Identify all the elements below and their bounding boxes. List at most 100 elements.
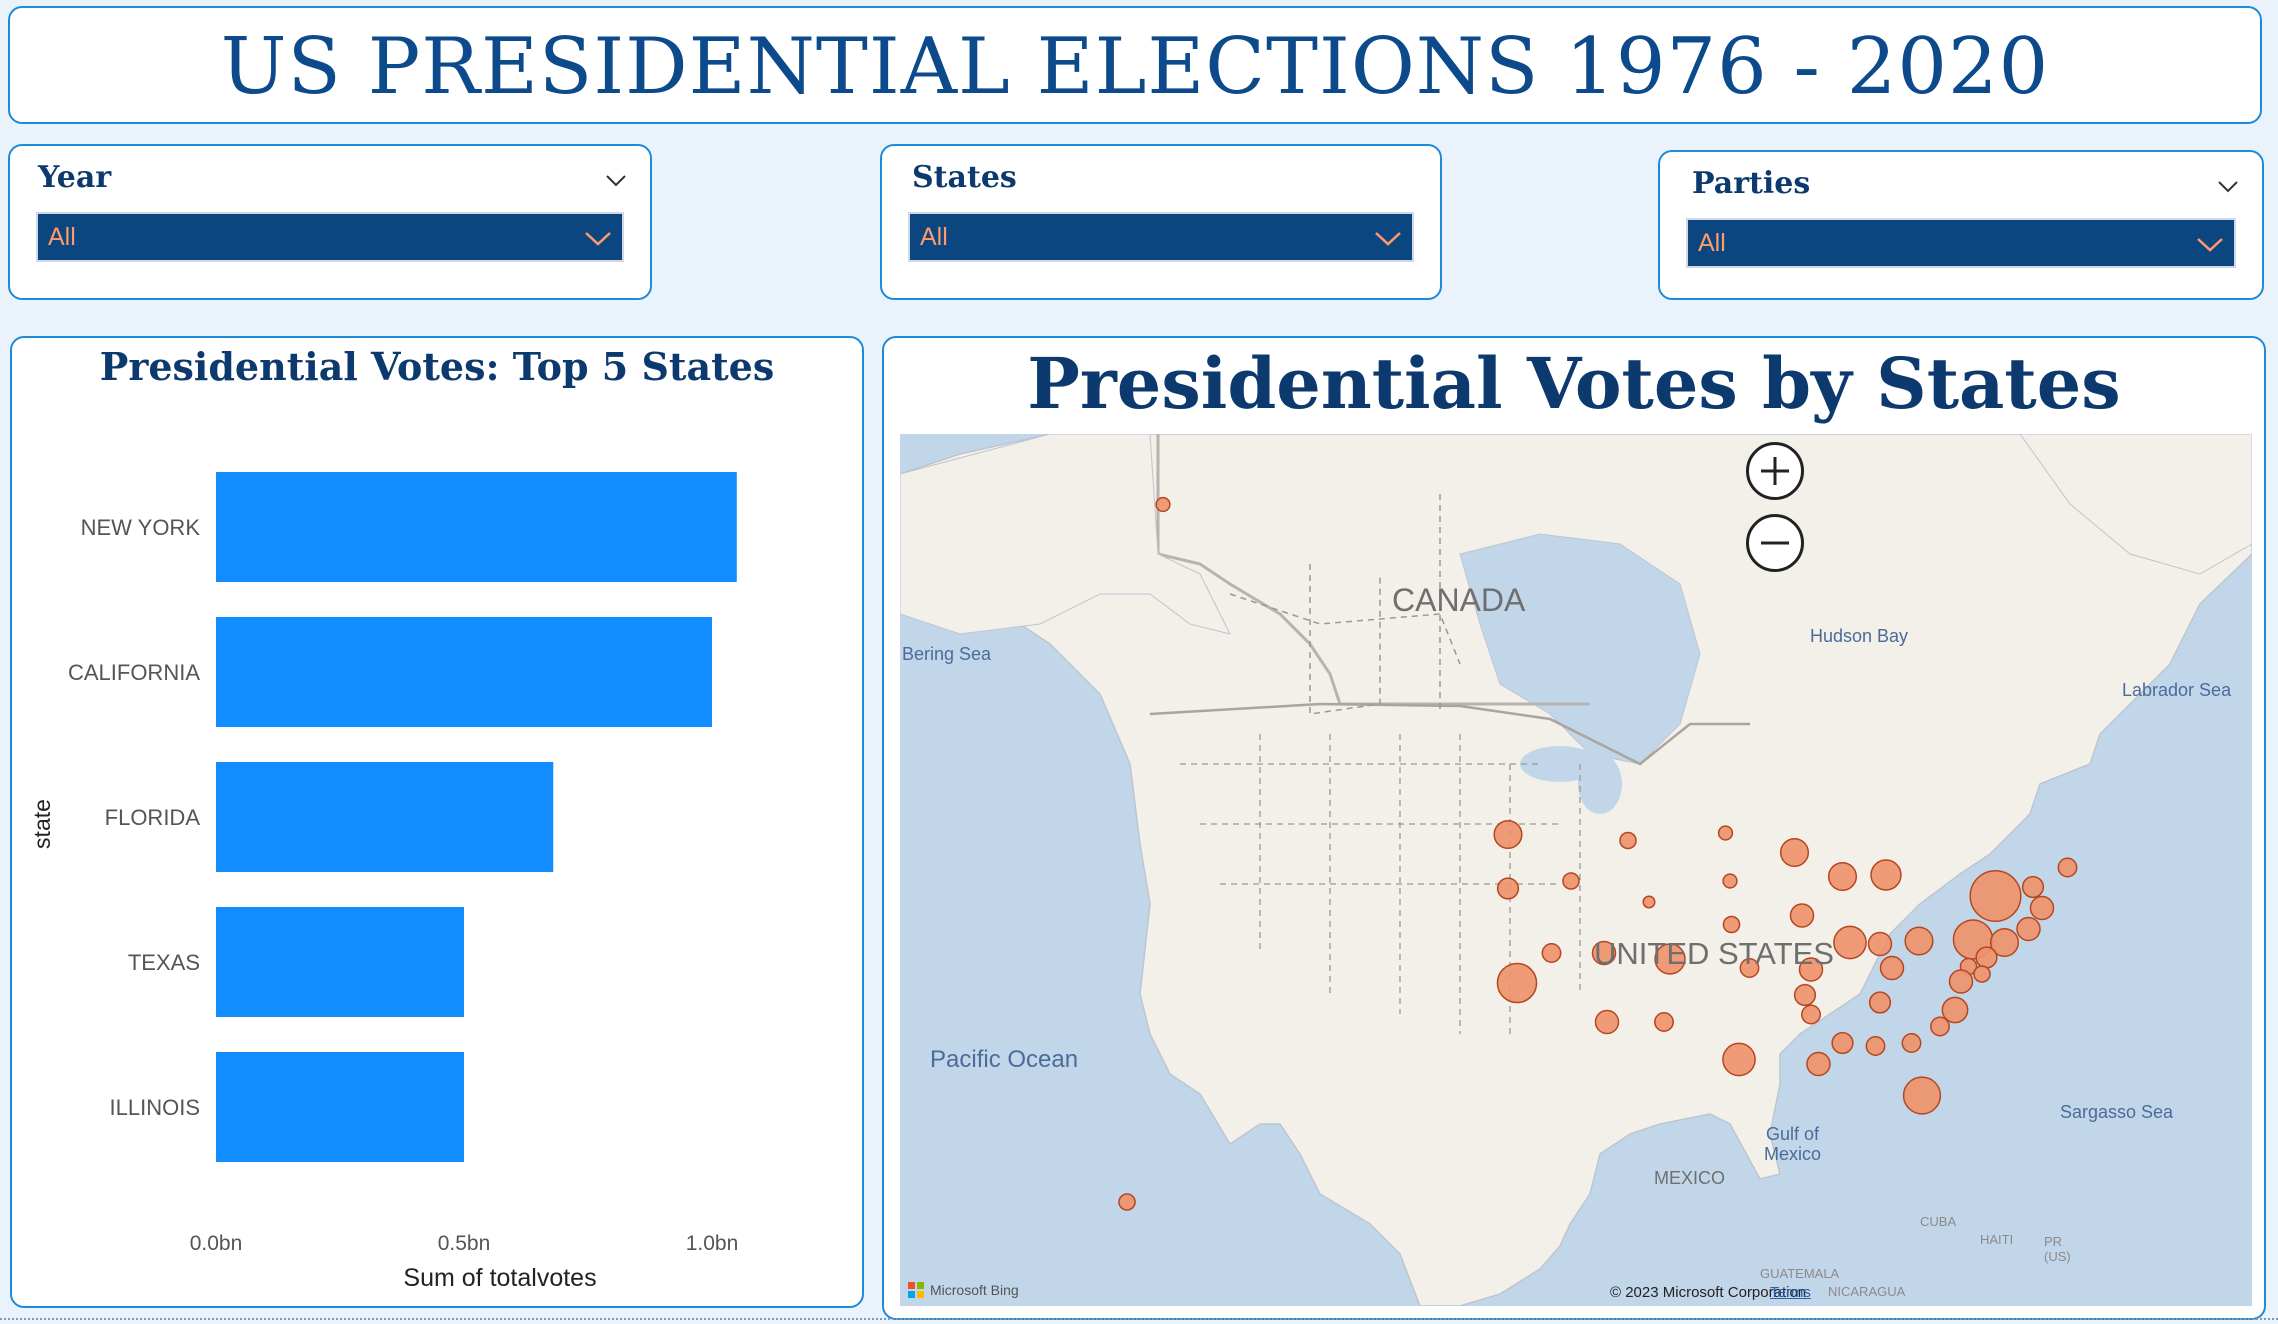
state-vote-bubble[interactable] — [1722, 915, 1741, 934]
page-title: US PRESIDENTIAL ELECTIONS 1976 - 2020 — [220, 22, 2050, 112]
states-dropdown-value: All — [920, 223, 948, 251]
label-labrador-sea: Labrador Sea — [2122, 680, 2232, 700]
state-vote-bubble[interactable] — [1779, 837, 1810, 868]
bar-california[interactable] — [216, 617, 712, 727]
state-vote-bubble[interactable] — [1865, 1036, 1886, 1056]
state-vote-bubble[interactable] — [1901, 1033, 1922, 1053]
state-vote-bubble[interactable] — [2029, 895, 2055, 921]
parties-dropdown[interactable]: All — [1686, 218, 2236, 268]
state-vote-bubble[interactable] — [1717, 825, 1734, 841]
bar-texas[interactable] — [216, 907, 464, 1017]
state-vote-bubble[interactable] — [1496, 877, 1520, 900]
zoom-in-button[interactable] — [1746, 442, 1804, 500]
label-pr: PR (US) — [2044, 1234, 2071, 1264]
microsoft-logo-icon — [908, 1282, 924, 1298]
state-vote-bubble[interactable] — [1496, 962, 1538, 1004]
state-vote-bubble[interactable] — [1867, 931, 1893, 957]
chevron-down-icon — [2197, 238, 2223, 252]
state-vote-bubble[interactable] — [1118, 1193, 1136, 1211]
bar-illinois[interactable] — [216, 1052, 464, 1162]
state-vote-bubble[interactable] — [1789, 903, 1815, 928]
minus-icon — [1761, 541, 1789, 545]
parties-slicer-label: Parties — [1692, 166, 1811, 201]
state-vote-bubble[interactable] — [1541, 943, 1562, 963]
bottom-divider — [0, 1318, 2278, 1320]
state-vote-bubble[interactable] — [1948, 969, 1974, 994]
state-vote-bubble[interactable] — [1793, 983, 1817, 1007]
state-vote-bubble[interactable] — [1879, 955, 1905, 981]
label-sargasso-sea: Sargasso Sea — [2060, 1102, 2174, 1122]
state-vote-bubble[interactable] — [1831, 1031, 1854, 1055]
bar-new-york[interactable] — [216, 472, 737, 582]
map-title: Presidential Votes by States — [1027, 342, 2121, 425]
states-slicer: States All — [880, 144, 1442, 300]
state-vote-bubble[interactable] — [1969, 869, 2022, 923]
map-view[interactable]: CANADA UNITED STATES MEXICO Bering Sea H… — [900, 434, 2252, 1306]
label-cuba: CUBA — [1920, 1214, 1957, 1229]
state-vote-bubble[interactable] — [1902, 1076, 1942, 1115]
state-vote-bubble[interactable] — [1833, 925, 1867, 960]
terms-link[interactable]: Terms — [1770, 1284, 1811, 1301]
bubble-layer — [1118, 496, 2078, 1211]
top-states-chart-panel: Presidential Votes: Top 5 States NEW YOR… — [10, 336, 864, 1308]
bar-florida[interactable] — [216, 762, 554, 872]
category-label: TEXAS — [128, 950, 200, 975]
chevron-down-icon[interactable] — [2216, 174, 2240, 198]
x-tick-label: 1.0bn — [686, 1232, 739, 1255]
state-vote-bubble[interactable] — [1722, 873, 1738, 889]
chevron-down-icon — [585, 232, 611, 246]
state-vote-bubble[interactable] — [1930, 1016, 1950, 1037]
states-slicer-label: States — [912, 160, 1017, 195]
category-label: FLORIDA — [105, 805, 201, 830]
state-vote-bubble[interactable] — [1654, 1012, 1674, 1032]
x-axis-label: Sum of totalvotes — [403, 1264, 596, 1292]
state-vote-bubble[interactable] — [1722, 1042, 1756, 1077]
state-vote-bubble[interactable] — [1594, 1009, 1620, 1035]
year-dropdown[interactable]: All — [36, 212, 624, 262]
label-mexico: MEXICO — [1654, 1168, 1726, 1188]
parties-dropdown-value: All — [1698, 229, 1726, 257]
state-vote-bubble[interactable] — [1904, 926, 1934, 956]
label-hudson-bay: Hudson Bay — [1810, 626, 1909, 646]
state-vote-bubble[interactable] — [1493, 819, 1523, 850]
label-nicaragua: NICARAGUA — [1828, 1284, 1906, 1299]
state-vote-bubble[interactable] — [1973, 965, 1991, 983]
state-vote-bubble[interactable] — [1562, 872, 1580, 890]
state-vote-bubble[interactable] — [2016, 916, 2041, 942]
label-pacific-ocean: Pacific Ocean — [930, 1046, 1079, 1073]
bar-chart: NEW YORK CALIFORNIA FLORIDA TEXAS ILLINOIS 0.… — [29, 472, 739, 1292]
state-vote-bubble[interactable] — [1155, 496, 1171, 513]
label-guatemala: GUATEMALA — [1760, 1266, 1840, 1281]
label-canada: CANADA — [1392, 582, 1526, 618]
state-vote-bubble[interactable] — [1806, 1051, 1831, 1077]
label-bering-sea: Bering Sea — [902, 644, 992, 664]
plus-icon — [1761, 457, 1789, 485]
title-banner: US PRESIDENTIAL ELECTIONS 1976 - 2020 — [8, 6, 2262, 124]
x-tick-label: 0.0bn — [190, 1232, 243, 1255]
state-vote-bubble[interactable] — [1975, 946, 1998, 969]
chevron-down-icon[interactable] — [604, 168, 628, 192]
state-vote-bubble[interactable] — [1870, 859, 1902, 891]
category-label: CALIFORNIA — [68, 660, 200, 685]
bing-logo: Microsoft Bing — [908, 1282, 1019, 1298]
state-vote-bubble[interactable] — [1801, 1004, 1821, 1025]
state-vote-bubble[interactable] — [1868, 991, 1892, 1014]
category-label: NEW YORK — [81, 515, 201, 540]
label-haiti: HAITI — [1980, 1232, 2014, 1247]
zoom-out-button[interactable] — [1746, 514, 1804, 572]
state-vote-bubble[interactable] — [1827, 861, 1858, 892]
state-vote-bubble[interactable] — [1619, 831, 1637, 850]
parties-slicer: Parties All — [1658, 150, 2264, 300]
state-vote-bubble[interactable] — [2021, 875, 2045, 899]
label-gulf-of-mexico: Gulf of Mexico — [1764, 1124, 1822, 1164]
map-panel: Presidential Votes by States CANADA UNIT… — [882, 336, 2266, 1320]
state-vote-bubble[interactable] — [1642, 895, 1656, 909]
x-tick-label: 0.5bn — [438, 1232, 491, 1255]
category-label: ILLINOIS — [110, 1095, 200, 1120]
states-dropdown[interactable]: All — [908, 212, 1414, 262]
year-dropdown-value: All — [48, 223, 76, 251]
year-slicer-label: Year — [38, 160, 112, 195]
chevron-down-icon — [1375, 232, 1401, 246]
state-vote-bubble[interactable] — [2057, 857, 2078, 878]
y-axis-label: state — [29, 799, 55, 849]
